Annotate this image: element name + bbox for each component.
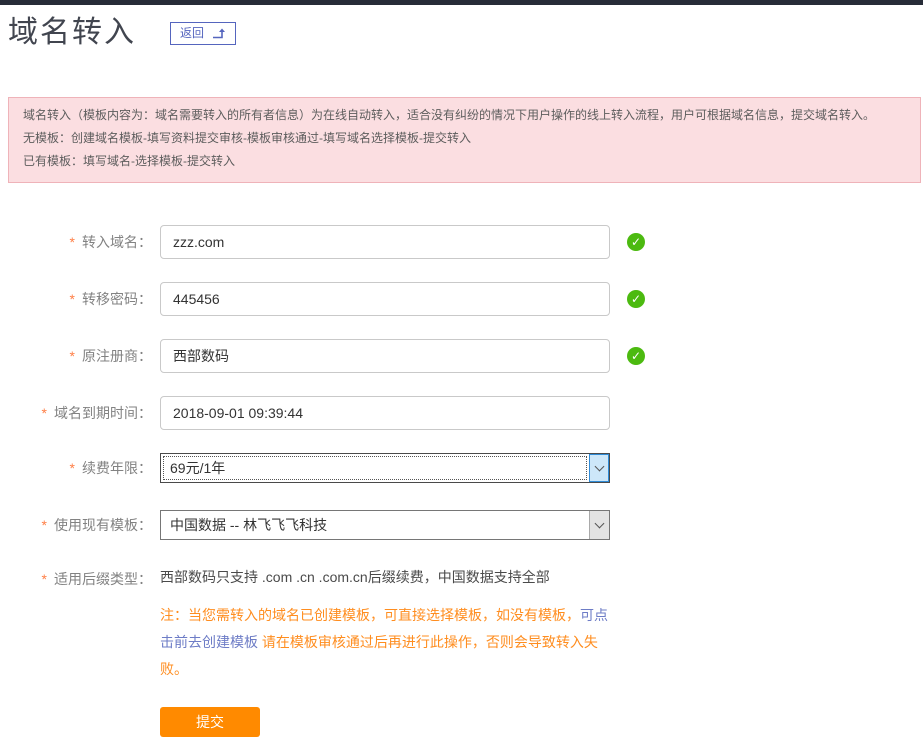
required-asterisk: * [70, 292, 75, 306]
field-label: * 域名到期时间： [0, 403, 152, 423]
success-check-icon: ✓ [627, 233, 645, 251]
field-label-text: 适用后缀类型： [54, 569, 152, 589]
note-label-spacer [0, 602, 152, 604]
field-label: * 适用后缀类型： [0, 567, 152, 589]
back-button-label: 返回 [180, 26, 204, 40]
suffix-types-value: 西部数码只支持 .com .cn .com.cn后缀续费，中国数据支持全部 [160, 567, 550, 587]
existing-template-selected-value: 中国数据 -- 林飞飞飞科技 [161, 511, 589, 539]
required-asterisk: * [42, 518, 47, 532]
form-row-note: 注：当您需转入的域名已创建模板，可直接选择模板，如没有模板，可点击前去创建模板 … [0, 602, 923, 683]
success-check-icon: ✓ [627, 290, 645, 308]
form-row-expiry-time: * 域名到期时间： [0, 396, 923, 430]
notice-line: 域名转入（模板内容为：域名需要转入的所有者信息）为在线自动转入，适合没有纠纷的情… [23, 107, 906, 123]
submit-button[interactable]: 提交 [160, 707, 260, 737]
form-row-domain: * 转入域名： ✓ [0, 225, 923, 259]
notice-line: 无模板：创建域名模板-填写资料提交审核-模板审核通过-填写域名选择模板-提交转入 [23, 130, 906, 146]
field-label-text: 转入域名： [82, 232, 152, 252]
page-title: 域名转入 [8, 13, 136, 53]
required-asterisk: * [42, 406, 47, 420]
existing-template-select[interactable]: 中国数据 -- 林飞飞飞科技 [160, 510, 610, 540]
page-header: 域名转入 返回 [0, 5, 923, 53]
form-row-suffix-types: * 适用后缀类型： 西部数码只支持 .com .cn .com.cn后缀续费，中… [0, 567, 923, 589]
info-notice-box: 域名转入（模板内容为：域名需要转入的所有者信息）为在线自动转入，适合没有纠纷的情… [8, 97, 921, 183]
form-row-original-registrar: * 原注册商： ✓ [0, 339, 923, 373]
field-label-text: 转移密码： [82, 289, 152, 309]
renewal-years-select[interactable]: 69元/1年 [160, 453, 610, 483]
back-button[interactable]: 返回 [170, 22, 236, 45]
domain-input[interactable] [160, 225, 610, 259]
required-asterisk: * [70, 235, 75, 249]
renewal-years-selected-value: 69元/1年 [161, 454, 589, 482]
form-row-renewal-years: * 续费年限： 69元/1年 [0, 453, 923, 483]
field-label: * 原注册商： [0, 346, 152, 366]
form-row-transfer-password: * 转移密码： ✓ [0, 282, 923, 316]
notice-line: 已有模板：填写域名-选择模板-提交转入 [23, 153, 906, 169]
success-check-icon: ✓ [627, 347, 645, 365]
field-label-text: 使用现有模板： [54, 515, 152, 535]
field-label-text: 域名到期时间： [54, 403, 152, 423]
transfer-password-input[interactable] [160, 282, 610, 316]
expiry-time-input[interactable] [160, 396, 610, 430]
required-asterisk: * [70, 349, 75, 363]
field-label: * 续费年限： [0, 458, 152, 478]
field-label: * 转移密码： [0, 289, 152, 309]
chevron-down-icon[interactable] [589, 454, 609, 482]
field-label-text: 续费年限： [82, 458, 152, 478]
required-asterisk: * [70, 461, 75, 475]
form-row-existing-template: * 使用现有模板： 中国数据 -- 林飞飞飞科技 [0, 510, 923, 540]
field-label: * 使用现有模板： [0, 515, 152, 535]
return-arrow-icon [212, 28, 226, 39]
note-text: 注：当您需转入的域名已创建模板，可直接选择模板，如没有模板，可点击前去创建模板 … [160, 602, 612, 683]
domain-transfer-form: * 转入域名： ✓ * 转移密码： ✓ * 原注册商： ✓ * 域名到期时间 [0, 225, 923, 737]
original-registrar-input[interactable] [160, 339, 610, 373]
chevron-down-icon[interactable] [589, 511, 609, 539]
required-asterisk: * [42, 572, 47, 586]
field-label: * 转入域名： [0, 232, 152, 252]
field-label-text: 原注册商： [82, 346, 152, 366]
note-prefix: 注：当您需转入的域名已创建模板，可直接选择模板，如没有模板， [160, 607, 580, 623]
